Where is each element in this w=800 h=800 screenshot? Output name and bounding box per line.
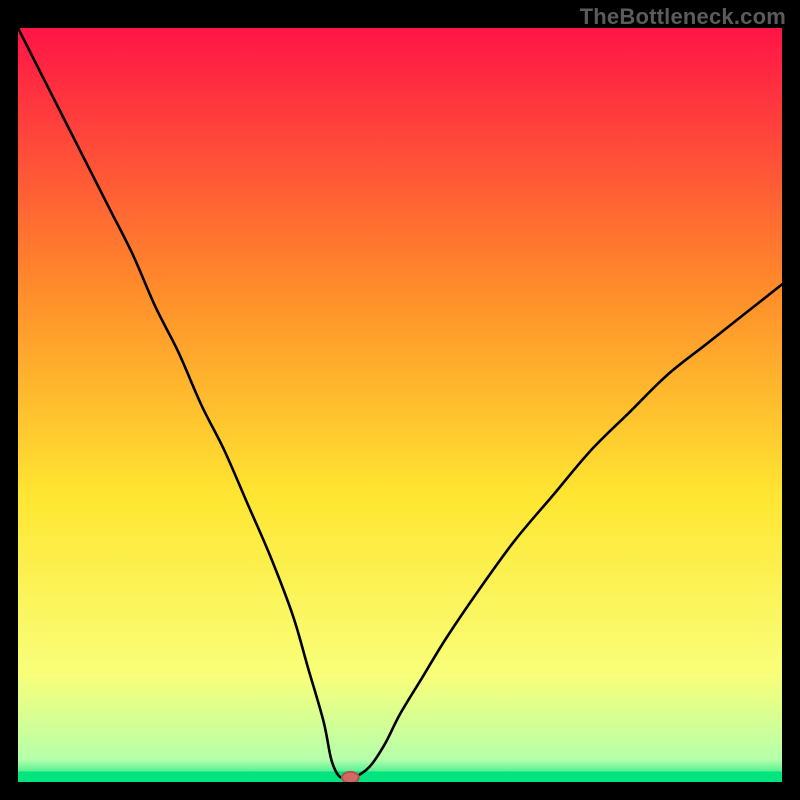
watermark-label: TheBottleneck.com — [580, 4, 786, 30]
plot-area — [18, 28, 782, 782]
optimum-marker — [342, 772, 359, 782]
gradient-background — [18, 28, 782, 782]
bottom-green-band — [18, 771, 782, 782]
plot-svg — [18, 28, 782, 782]
chart-frame: TheBottleneck.com — [0, 0, 800, 800]
